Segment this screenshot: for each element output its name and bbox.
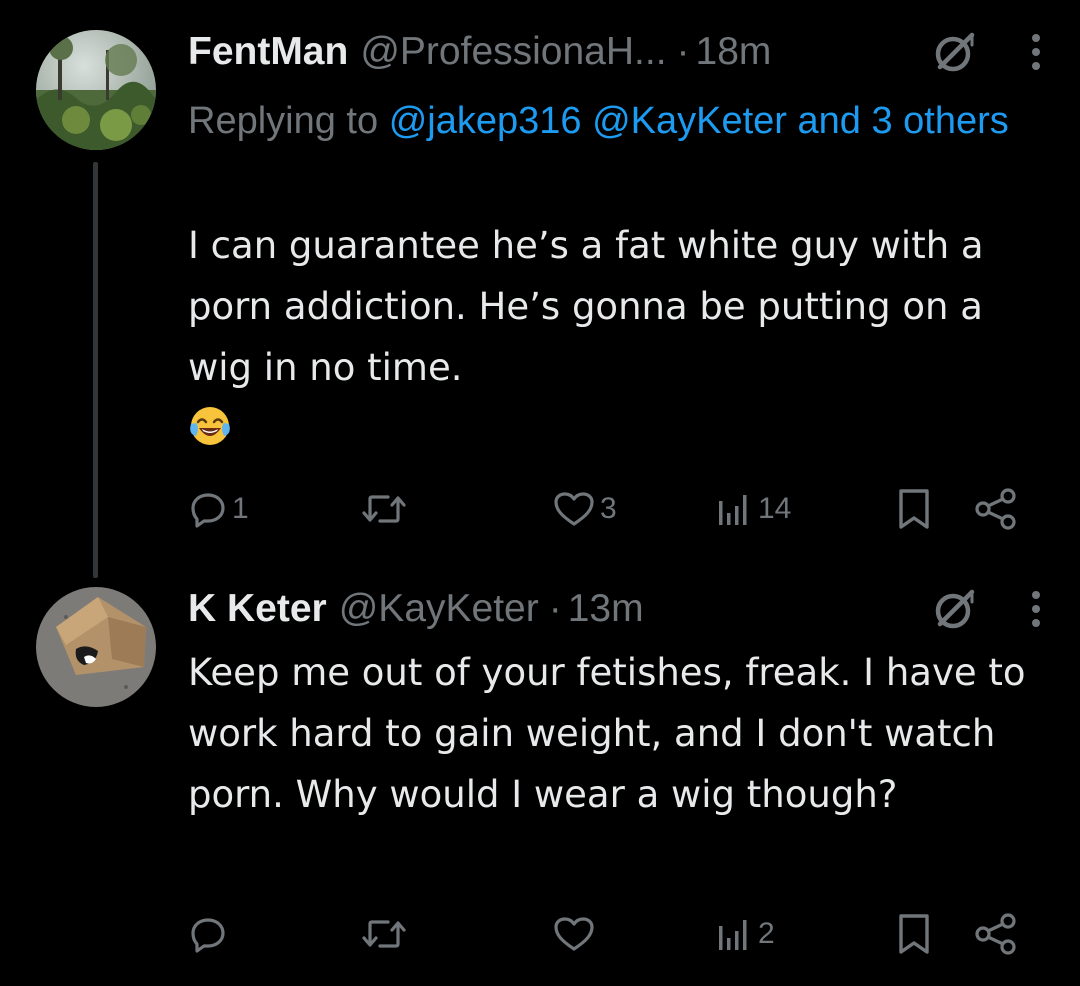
views-chart-icon bbox=[714, 914, 754, 954]
bookmark-icon bbox=[894, 487, 934, 531]
timestamp[interactable]: 18m bbox=[696, 30, 772, 74]
replying-to: Replying to @jakep316 @KayKeter and 3 ot… bbox=[188, 90, 1048, 152]
avatar[interactable] bbox=[36, 30, 156, 150]
grok-icon[interactable] bbox=[932, 29, 978, 75]
reply-count: 1 bbox=[232, 492, 249, 525]
bookmark-button[interactable] bbox=[894, 481, 934, 537]
user-handle[interactable]: @ProfessionaH... bbox=[360, 30, 666, 74]
retweet-button[interactable] bbox=[360, 481, 412, 537]
bookmark-icon bbox=[894, 912, 934, 956]
display-name[interactable]: FentMan bbox=[188, 30, 348, 74]
views-count: 14 bbox=[758, 492, 792, 525]
bookmark-button[interactable] bbox=[894, 906, 934, 962]
share-button[interactable] bbox=[972, 481, 1020, 537]
views-button[interactable]: 2 bbox=[714, 906, 775, 962]
tweet-actions: 1 3 14 bbox=[188, 481, 1028, 537]
reply-icon bbox=[188, 914, 228, 954]
tweet[interactable]: FentMan @ProfessionaH... · 18m Replying … bbox=[0, 0, 1080, 575]
retweet-icon bbox=[360, 489, 408, 529]
share-icon bbox=[972, 912, 1020, 956]
tweet-actions: 2 bbox=[188, 906, 1028, 962]
more-options-icon[interactable] bbox=[1026, 29, 1046, 75]
separator-dot: · bbox=[548, 587, 562, 630]
heart-icon bbox=[552, 489, 596, 529]
tweet-header: K Keter @KayKeter · 13m bbox=[188, 581, 1056, 637]
retweet-icon bbox=[360, 914, 408, 954]
display-name[interactable]: K Keter bbox=[188, 587, 327, 631]
tweet-thread: FentMan @ProfessionaH... · 18m Replying … bbox=[0, 0, 1080, 986]
tweet-body: Keep me out of your fetishes, freak. I h… bbox=[188, 651, 1026, 816]
tweet-header: FentMan @ProfessionaH... · 18m bbox=[188, 24, 1056, 80]
views-chart-icon bbox=[714, 489, 754, 529]
share-button[interactable] bbox=[972, 906, 1020, 962]
like-button[interactable]: 3 bbox=[552, 481, 617, 537]
reply-icon bbox=[188, 489, 228, 529]
tweet-text: Keep me out of your fetishes, freak. I h… bbox=[188, 642, 1058, 825]
more-options-icon[interactable] bbox=[1026, 586, 1046, 632]
avatar[interactable] bbox=[36, 587, 156, 707]
heart-icon bbox=[552, 914, 596, 954]
replying-to-mentions[interactable]: @jakep316 @KayKeter and 3 others bbox=[389, 100, 1009, 142]
retweet-button[interactable] bbox=[360, 906, 412, 962]
replying-to-label: Replying to bbox=[188, 100, 379, 142]
grok-icon[interactable] bbox=[932, 586, 978, 632]
like-count: 3 bbox=[600, 492, 617, 525]
tweet-body: I can guarantee he’s a fat white guy wit… bbox=[188, 224, 984, 389]
share-icon bbox=[972, 487, 1020, 531]
reply-button[interactable]: 1 bbox=[188, 481, 249, 537]
views-button[interactable]: 14 bbox=[714, 481, 791, 537]
reply-button[interactable] bbox=[188, 906, 232, 962]
tweet[interactable]: K Keter @KayKeter · 13m Keep me out of y… bbox=[0, 575, 1080, 986]
tweet-text: I can guarantee he’s a fat white guy wit… bbox=[188, 215, 1058, 448]
separator-dot: · bbox=[676, 30, 690, 73]
timestamp[interactable]: 13m bbox=[568, 587, 644, 631]
views-count: 2 bbox=[758, 917, 775, 950]
like-button[interactable] bbox=[552, 906, 600, 962]
face-with-tears-of-joy-icon bbox=[190, 407, 230, 445]
user-handle[interactable]: @KayKeter bbox=[339, 587, 539, 631]
